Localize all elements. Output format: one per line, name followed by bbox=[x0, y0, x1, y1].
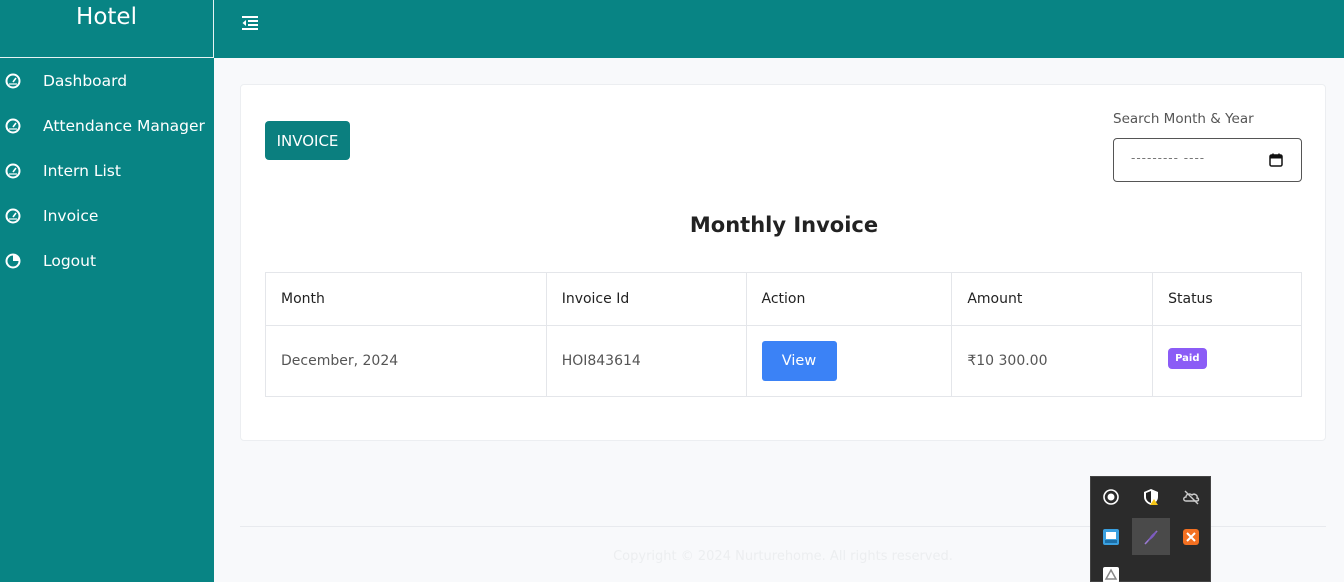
column-header-status: Status bbox=[1152, 272, 1302, 326]
table-row: December, 2024 HOI843614 View ₹10 300.00… bbox=[265, 325, 1302, 397]
gauge-icon bbox=[5, 163, 21, 179]
xampp-icon[interactable] bbox=[1182, 528, 1200, 546]
invoice-badge: INVOICE bbox=[265, 121, 350, 160]
pie-chart-icon bbox=[5, 253, 21, 269]
sidebar-item-invoice[interactable]: Invoice bbox=[0, 201, 214, 231]
invoice-table: Month Invoice Id Action Amount Status De… bbox=[265, 272, 1302, 397]
feather-icon[interactable] bbox=[1142, 528, 1160, 546]
status-badge: Paid bbox=[1168, 347, 1207, 369]
sidebar-item-label: Intern List bbox=[43, 162, 121, 180]
page-title: Monthly Invoice bbox=[689, 213, 879, 237]
security-shield-icon[interactable] bbox=[1142, 488, 1160, 506]
sidebar-item-attendance[interactable]: Attendance Manager bbox=[0, 111, 214, 141]
invoice-card: INVOICE Search Month & Year --------- --… bbox=[240, 84, 1326, 441]
date-placeholder: --------- ---- bbox=[1131, 151, 1206, 165]
column-header-amount: Amount bbox=[951, 272, 1154, 326]
sidebar-item-logout[interactable]: Logout bbox=[0, 246, 214, 276]
calendar-icon[interactable] bbox=[1269, 153, 1283, 167]
sidebar-item-label: Attendance Manager bbox=[43, 117, 205, 135]
gauge-icon bbox=[5, 73, 21, 89]
sidebar-item-label: Invoice bbox=[43, 207, 99, 225]
brand-title: Hotel bbox=[0, 0, 214, 58]
sidebar-item-intern-list[interactable]: Intern List bbox=[0, 156, 214, 186]
gauge-icon bbox=[5, 208, 21, 224]
system-tray-popup bbox=[1090, 476, 1211, 582]
sidebar-item-label: Logout bbox=[43, 252, 97, 270]
cell-month: December, 2024 bbox=[265, 325, 547, 397]
search-label: Search Month & Year bbox=[1113, 111, 1254, 127]
column-header-month: Month bbox=[265, 272, 547, 326]
cell-action: View bbox=[745, 325, 953, 397]
month-year-input[interactable]: --------- ---- bbox=[1113, 138, 1302, 182]
cell-status: Paid bbox=[1152, 325, 1302, 397]
cloud-offline-icon[interactable] bbox=[1182, 488, 1200, 506]
view-button[interactable]: View bbox=[761, 341, 837, 381]
record-icon[interactable] bbox=[1102, 488, 1120, 506]
gauge-icon bbox=[5, 118, 21, 134]
sidebar-item-label: Dashboard bbox=[43, 72, 128, 90]
column-header-action: Action bbox=[745, 272, 953, 326]
table-header-row: Month Invoice Id Action Amount Status bbox=[265, 272, 1302, 326]
column-header-invoice-id: Invoice Id bbox=[545, 272, 747, 326]
cell-invoice-id: HOI843614 bbox=[545, 325, 747, 397]
menu-collapse-icon[interactable] bbox=[240, 14, 260, 32]
drive-icon[interactable] bbox=[1102, 566, 1120, 582]
sidebar: Hotel Dashboard Attendance Manager Inter… bbox=[0, 0, 214, 582]
cell-amount: ₹10 300.00 bbox=[951, 325, 1154, 397]
sidebar-item-dashboard[interactable]: Dashboard bbox=[0, 66, 214, 96]
network-app-icon[interactable] bbox=[1102, 528, 1120, 546]
top-bar bbox=[214, 0, 1344, 58]
